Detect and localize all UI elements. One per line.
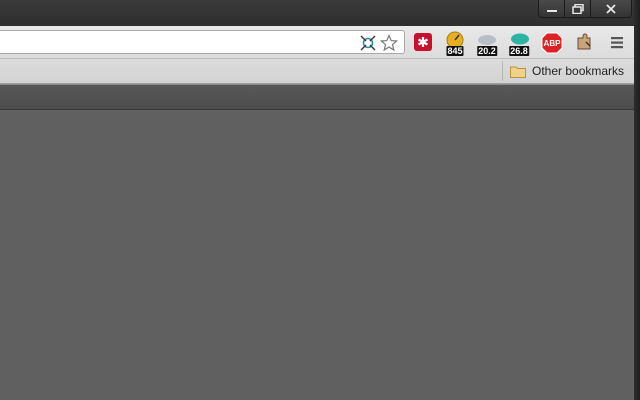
address-bar[interactable]	[0, 30, 405, 54]
window-right-border	[634, 0, 640, 400]
abp-label: ABP	[544, 39, 562, 48]
window-controls	[538, 0, 632, 18]
puzzle-extension-button[interactable]	[571, 30, 597, 56]
chrome-menu-button[interactable]	[604, 30, 630, 56]
page-content-area	[0, 110, 634, 400]
bookmarks-bar: Other bookmarks	[0, 59, 634, 84]
close-button[interactable]	[590, 0, 631, 17]
close-icon	[606, 3, 616, 14]
lastpass-extension-button[interactable]	[411, 30, 437, 56]
extension-badge: 26.8	[509, 46, 529, 56]
abp-icon: ABP	[541, 32, 563, 54]
bookmark-star-icon[interactable]	[380, 34, 398, 52]
asterisk-icon	[414, 33, 432, 51]
hamburger-menu-icon	[611, 37, 623, 49]
bookmarks-separator	[502, 61, 503, 81]
extension-badge: 845	[446, 46, 464, 56]
browser-toolbar: 845 20.2 26.8 ABP	[0, 26, 634, 59]
weather-extension-button[interactable]: 20.2	[474, 30, 500, 56]
weather-teal-extension-button[interactable]: 26.8	[506, 30, 532, 56]
gauge-extension-button[interactable]: 845	[442, 30, 468, 56]
folder-icon	[510, 66, 526, 78]
minimize-button[interactable]	[539, 0, 564, 17]
other-bookmarks-label: Other bookmarks	[532, 64, 625, 78]
secondary-tab-strip	[0, 84, 634, 110]
restore-icon	[571, 3, 584, 14]
extension-badge: 20.2	[477, 46, 497, 56]
restore-button[interactable]	[564, 0, 590, 17]
other-bookmarks-button[interactable]: Other bookmarks	[510, 62, 624, 80]
puzzle-icon	[577, 33, 591, 50]
minimize-icon	[546, 9, 557, 12]
adblock-plus-button[interactable]: ABP	[539, 30, 565, 56]
page-action-network-icon[interactable]	[359, 34, 377, 52]
